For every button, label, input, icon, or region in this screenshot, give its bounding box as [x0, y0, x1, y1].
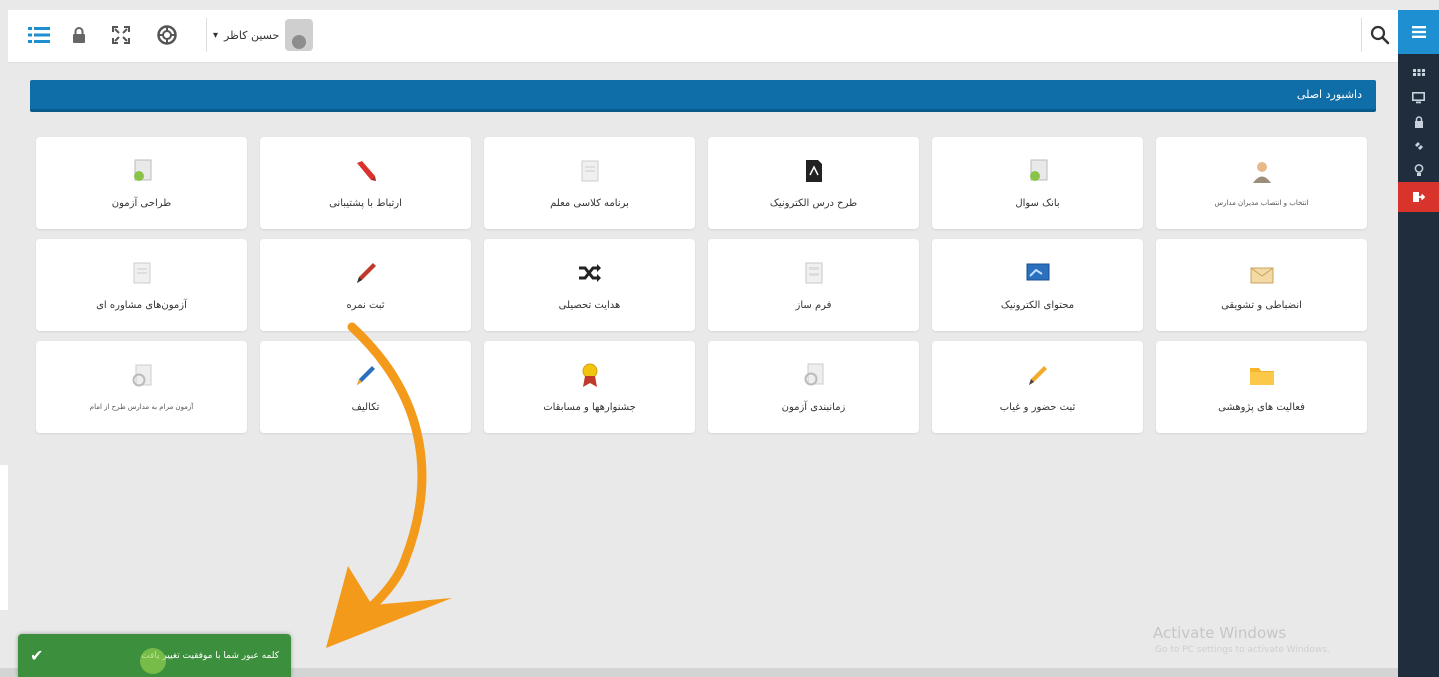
tile-support-contact[interactable]: ارتباط با پشتیبانی — [260, 137, 471, 229]
tile-label: انضباطی و تشویقی — [1221, 299, 1302, 311]
search-button[interactable] — [1361, 18, 1398, 52]
tile-exam-design[interactable]: طراحی آزمون — [36, 137, 247, 229]
search-icon — [1370, 25, 1390, 45]
user-menu[interactable]: ▾ حسین کاظر — [206, 18, 314, 52]
tile-label: آزمون‌های مشاوره ای — [96, 299, 187, 311]
tile-label: ارتباط با پشتیبانی — [329, 197, 402, 209]
shuffle-icon — [577, 260, 603, 286]
document-icon — [129, 260, 155, 286]
tile-label: طرح درس الکترونیک — [769, 197, 858, 209]
form-icon — [801, 260, 827, 286]
tile-label: ثبت نمره — [346, 299, 385, 311]
lock-icon[interactable] — [66, 22, 92, 48]
tile-question-bank[interactable]: بانک سوال — [932, 137, 1143, 229]
sidebar-item-lock[interactable] — [1398, 110, 1439, 134]
fullscreen-icon[interactable] — [108, 22, 134, 48]
tile-imam-exam[interactable]: آزمون مرام به مدارس طرح از امام — [36, 341, 247, 433]
pdf-icon — [801, 158, 827, 184]
lock-icon — [1414, 116, 1423, 128]
sidebar-item-idea[interactable] — [1398, 158, 1439, 182]
tile-label: محتوای الکترونیک — [1000, 299, 1075, 311]
dashboard-banner: داشبورد اصلی — [30, 80, 1376, 112]
tile-grade-entry[interactable]: ثبت نمره — [260, 239, 471, 331]
tile-e-lesson-plan[interactable]: طرح درس الکترونیک — [708, 137, 919, 229]
folder-icon — [1249, 362, 1275, 388]
lightbulb-icon — [1414, 163, 1423, 176]
menu-list-icon[interactable] — [26, 22, 52, 48]
grid-icon — [1412, 69, 1425, 76]
activate-windows-hint: Go to PC settings to activate Windows. — [1155, 645, 1330, 655]
user-icon — [1249, 159, 1275, 185]
tile-label: هدایت تحصیلی — [558, 299, 621, 311]
document-cd-icon — [129, 158, 155, 184]
avatar — [285, 19, 314, 51]
tile-attendance[interactable]: ثبت حضور و غیاب — [932, 341, 1143, 433]
tile-label: زمانبندی آزمون — [781, 401, 846, 413]
tile-teacher-schedule[interactable]: برنامه کلاسی معلم — [484, 137, 695, 229]
tile-exam-schedule[interactable]: زمانبندی آزمون — [708, 341, 919, 433]
pen-icon — [353, 260, 379, 286]
help-lifebuoy-icon[interactable] — [154, 22, 180, 48]
envelope-icon — [1249, 260, 1275, 286]
tile-label: تکالیف — [351, 401, 380, 413]
user-name: حسین کاظر — [224, 28, 280, 42]
document-cd-icon — [1025, 158, 1051, 184]
user-caret: ▾ — [213, 29, 219, 41]
activate-windows-watermark: Activate Windows — [1153, 624, 1287, 642]
dashboard-grid: انتخاب و انتصاب مدیران مدارس بانک سوال ط… — [36, 137, 1367, 433]
pencil-icon — [1025, 362, 1051, 388]
sidebar-item-logout[interactable] — [1398, 182, 1439, 212]
sidebar-item-apps[interactable] — [1398, 62, 1439, 86]
hamburger-icon — [1411, 26, 1426, 38]
right-sidebar — [1398, 10, 1439, 677]
tile-label: طراحی آزمون — [111, 197, 172, 209]
success-toast[interactable]: ✔ کلمه عبور شما با موفقیت تغییر یافت — [18, 634, 291, 677]
sidebar-toggle-button[interactable] — [1398, 10, 1439, 54]
tile-label: بانک سوال — [1015, 197, 1060, 209]
document-gear-icon — [801, 362, 827, 388]
tile-manager-selection[interactable]: انتخاب و انتصاب مدیران مدارس — [1156, 137, 1367, 229]
pin-icon — [353, 158, 379, 184]
tile-academic-guidance[interactable]: هدایت تحصیلی — [484, 239, 695, 331]
monitor-icon — [1412, 92, 1425, 104]
tile-label: ثبت حضور و غیاب — [999, 401, 1076, 413]
sidebar-item-link[interactable] — [1398, 134, 1439, 158]
tile-label: برنامه کلاسی معلم — [550, 197, 629, 209]
tile-label: جشنوارهها و مسابقات — [543, 401, 636, 413]
tile-label: آزمون مرام به مدارس طرح از امام — [89, 403, 194, 411]
tile-form-builder[interactable]: فرم ساز — [708, 239, 919, 331]
tile-assignments[interactable]: تکالیف — [260, 341, 471, 433]
logout-icon — [1412, 192, 1425, 202]
monitor-icon — [1025, 260, 1051, 286]
tile-festivals[interactable]: جشنوارهها و مسابقات — [484, 341, 695, 433]
top-bar: ▾ حسین کاظر — [8, 10, 1398, 63]
tile-label: انتخاب و انتصاب مدیران مدارس — [1214, 199, 1309, 207]
toast-message: کلمه عبور شما با موفقیت تغییر یافت — [141, 650, 279, 661]
tile-research-activities[interactable]: فعالیت های پژوهشی — [1156, 341, 1367, 433]
tile-e-content[interactable]: محتوای الکترونیک — [932, 239, 1143, 331]
tile-label: فرم ساز — [795, 299, 832, 311]
document-gear-icon — [129, 363, 155, 389]
page-title: داشبورد اصلی — [1296, 88, 1362, 101]
document-icon — [577, 158, 603, 184]
tile-label: فعالیت های پژوهشی — [1218, 401, 1305, 413]
cursor-highlight — [140, 648, 166, 674]
check-icon: ✔ — [30, 646, 44, 665]
link-icon — [1414, 142, 1423, 150]
tile-counseling-tests[interactable]: آزمون‌های مشاوره ای — [36, 239, 247, 331]
tile-discipline[interactable]: انضباطی و تشویقی — [1156, 239, 1367, 331]
left-edge — [0, 465, 8, 610]
award-icon — [577, 362, 603, 388]
sidebar-item-desktop[interactable] — [1398, 86, 1439, 110]
pencil-blue-icon — [353, 362, 379, 388]
